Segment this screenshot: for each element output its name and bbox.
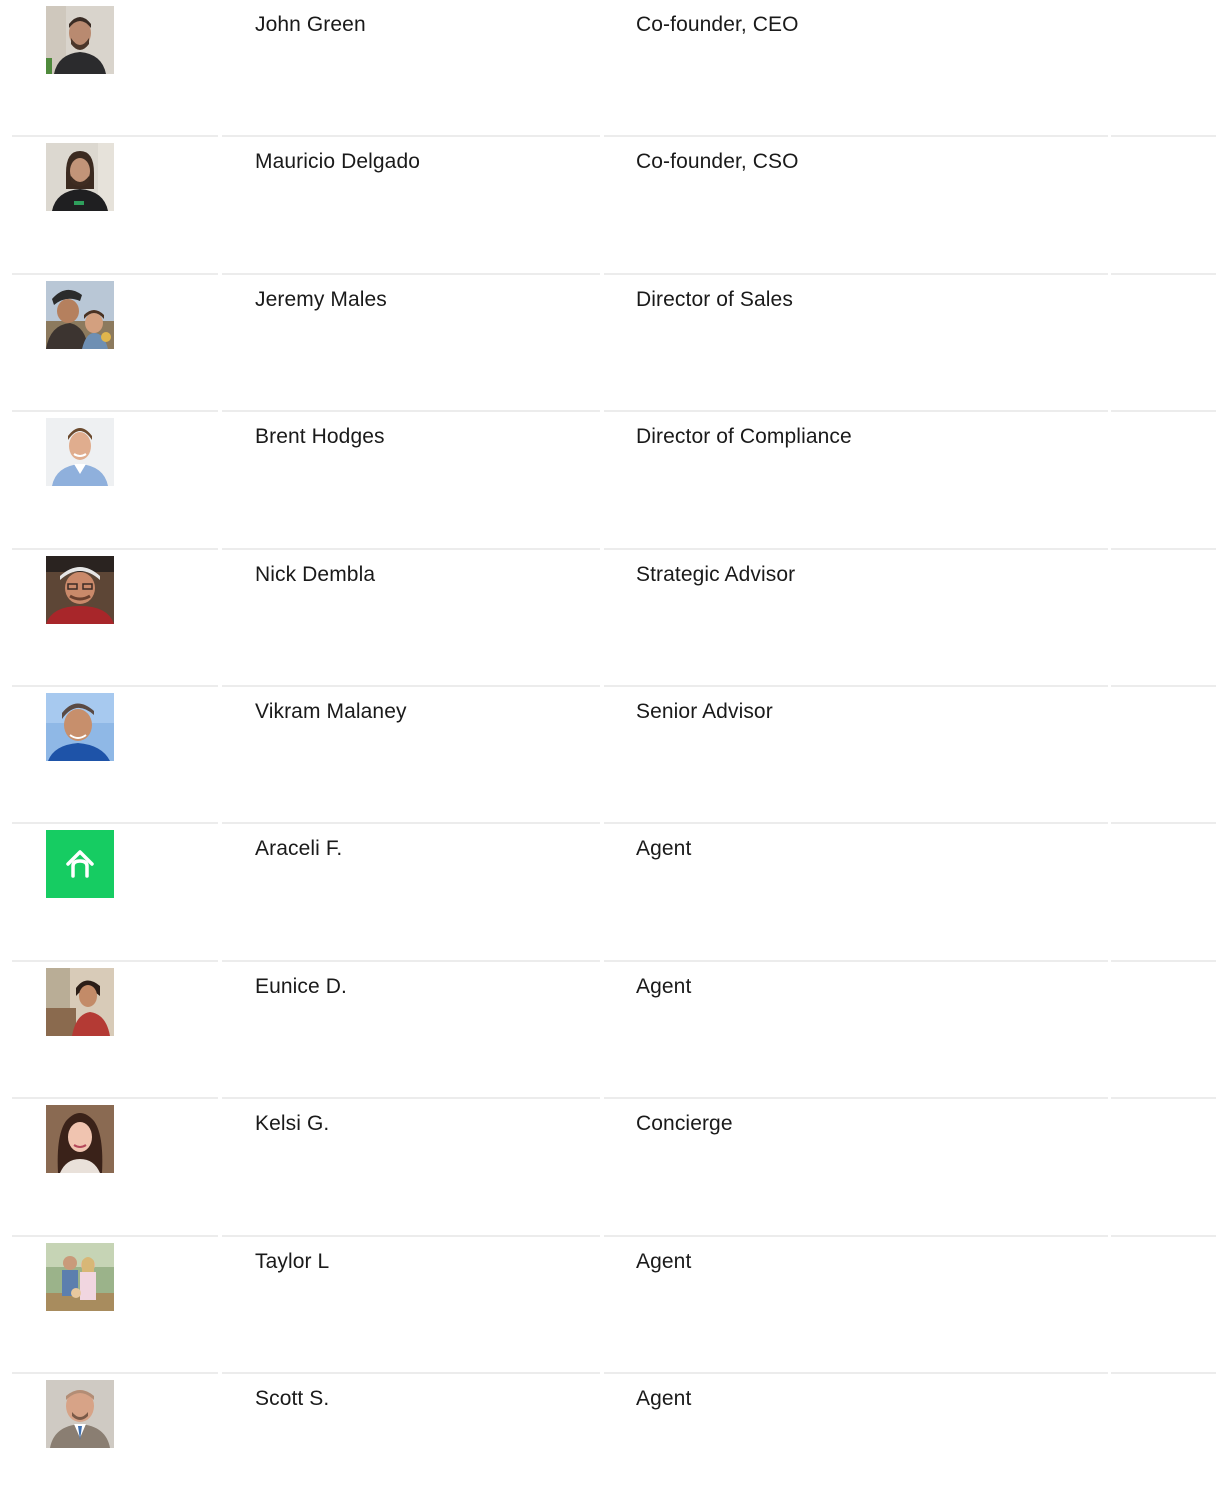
avatar	[46, 1242, 114, 1311]
member-role: Concierge	[636, 1112, 733, 1136]
avatar	[46, 967, 114, 1036]
avatar	[46, 143, 114, 212]
member-name: Jeremy Males	[255, 287, 387, 311]
avatar	[46, 6, 114, 74]
member-name: John Green	[255, 13, 366, 36]
member-name: Vikram Malaney	[255, 699, 407, 723]
team-row: Vikram Malaney Senior Advisor	[0, 687, 1220, 825]
team-row: John Green Co-founder, CEO	[0, 0, 1220, 138]
member-role: Agent	[636, 1386, 692, 1410]
team-table: John Green Co-founder, CEO Mauricio Delg…	[0, 0, 1220, 1511]
member-name: Eunice D.	[255, 974, 347, 998]
team-row: Kelsi G. Concierge	[0, 1099, 1220, 1237]
member-role: Director of Sales	[636, 287, 793, 311]
member-name: Taylor L	[255, 1249, 330, 1273]
team-row: Mauricio Delgado Co-founder, CSO	[0, 137, 1220, 275]
member-role: Director of Compliance	[636, 425, 852, 449]
team-row: Eunice D. Agent	[0, 962, 1220, 1100]
member-role: Co-founder, CEO	[636, 13, 799, 36]
member-role: Strategic Advisor	[636, 562, 796, 586]
team-row: Scott S. Agent	[0, 1374, 1220, 1511]
brand-house-logo-icon	[46, 830, 114, 899]
avatar	[46, 1379, 114, 1448]
team-row: Araceli F. Agent	[0, 824, 1220, 962]
member-role: Agent	[636, 837, 692, 861]
avatar	[46, 555, 114, 624]
member-role: Senior Advisor	[636, 699, 773, 723]
team-row: Taylor L Agent	[0, 1237, 1220, 1374]
member-name: Kelsi G.	[255, 1112, 330, 1136]
member-role: Co-founder, CSO	[636, 150, 799, 174]
team-row: Jeremy Males Director of Sales	[0, 275, 1220, 413]
member-role: Agent	[636, 974, 692, 998]
member-name: Nick Dembla	[255, 562, 376, 586]
avatar	[46, 280, 114, 349]
avatar	[46, 830, 114, 899]
member-name: Scott S.	[255, 1386, 330, 1410]
member-role: Agent	[636, 1249, 692, 1273]
avatar	[46, 692, 114, 761]
member-name: Mauricio Delgado	[255, 150, 421, 174]
team-row: Brent Hodges Director of Compliance	[0, 412, 1220, 550]
team-row: Nick Dembla Strategic Advisor	[0, 550, 1220, 687]
member-name: Araceli F.	[255, 837, 343, 861]
avatar	[46, 418, 114, 487]
member-name: Brent Hodges	[255, 425, 385, 449]
avatar	[46, 1105, 114, 1174]
